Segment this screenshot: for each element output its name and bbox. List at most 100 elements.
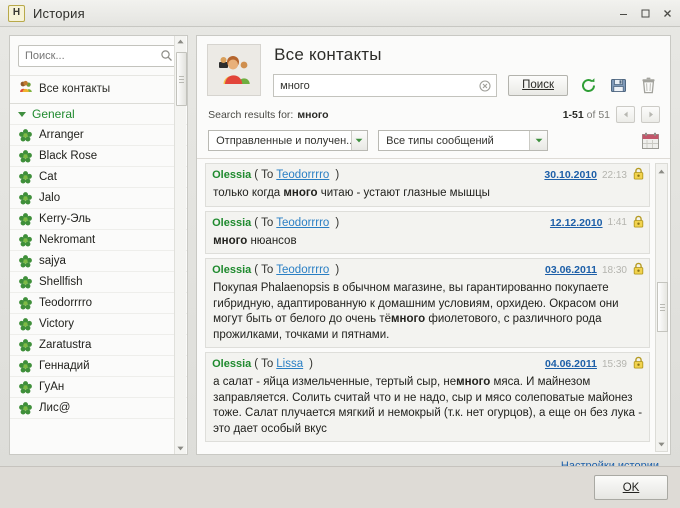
ok-button[interactable]: OK [594, 475, 668, 500]
contact-list-item[interactable]: ГуАн [10, 377, 188, 398]
message-body: Покупая Phalaenopsis в обычном магазине,… [212, 280, 645, 343]
message-recipient[interactable]: Teodorrrro [276, 169, 329, 181]
window-content: Все контакты General Arranger Black Rose C… [0, 26, 680, 508]
page-title: Все контакты [274, 45, 382, 64]
message-date[interactable]: 12.12.2010 [550, 217, 603, 229]
contact-name: Zaratustra [39, 339, 92, 351]
contact-list-item[interactable]: Jalo [10, 188, 188, 209]
message-header: Olessia(To Teodorrrro) 03.06.2011 18:30 [212, 261, 645, 280]
message-type-filter[interactable]: Все типы сообщений [378, 130, 549, 151]
contact-name: Лис@ [39, 402, 71, 414]
message-to-label: To [261, 264, 274, 276]
contact-name: Black Rose [39, 150, 98, 162]
save-icon[interactable] [609, 76, 628, 95]
chevron-down-icon[interactable] [529, 131, 548, 150]
search-row: Поиск [273, 74, 660, 97]
delete-icon[interactable] [639, 76, 658, 95]
contact-avatar-icon [19, 296, 32, 310]
sidebar-scrollbar[interactable] [174, 36, 188, 454]
message-item[interactable]: Olessia(To Teodorrrro) 12.12.2010 1:41 много… [205, 210, 650, 254]
contact-avatar-icon [19, 317, 32, 331]
pager-of: of [586, 108, 596, 121]
sidebar-item-all-contacts[interactable]: Все контакты [10, 75, 188, 104]
contact-list-item[interactable]: Zaratustra [10, 335, 188, 356]
message-search-input[interactable] [274, 75, 497, 96]
message-time: 1:41 [607, 217, 627, 228]
sidebar-group-general[interactable]: General [10, 104, 188, 125]
message-item[interactable]: Olessia(To Teodorrrro) 30.10.2010 22:13 толь… [205, 163, 650, 207]
search-button-label: Поиск [522, 79, 554, 91]
search-button[interactable]: Поиск [508, 75, 568, 96]
contact-list-item[interactable]: Arranger [10, 125, 188, 146]
contact-name: Shellfish [39, 276, 83, 288]
contact-list[interactable]: Arranger Black Rose Cat Jalo Kerry-Эль Nekrom… [10, 125, 188, 454]
chevron-down-icon[interactable] [350, 131, 368, 150]
contact-list-item[interactable]: Victory [10, 314, 188, 335]
contact-name: sajya [39, 255, 66, 267]
message-recipient[interactable]: Teodorrrro [276, 264, 329, 276]
scroll-down-icon[interactable] [656, 438, 667, 450]
message-item[interactable]: Olessia(To Lissa) 04.06.2011 15:39 а салат -… [205, 352, 650, 442]
window-controls [617, 0, 674, 26]
message-text: нюансов [247, 234, 297, 247]
message-recipient[interactable]: Teodorrrro [276, 217, 329, 229]
messages-scroll-thumb[interactable] [657, 282, 668, 332]
contact-list-item[interactable]: sajya [10, 251, 188, 272]
message-paren-close: ) [335, 216, 340, 229]
avatar [207, 44, 262, 96]
window-title: История [33, 5, 85, 21]
sidebar-scroll-thumb[interactable] [176, 52, 188, 106]
message-type-filter-value: Все типы сообщений [386, 134, 494, 147]
contact-list-item[interactable]: Kerry-Эль [10, 209, 188, 230]
results-query: много [297, 108, 329, 121]
message-date[interactable]: 30.10.2010 [544, 169, 597, 181]
message-date[interactable]: 04.06.2011 [545, 358, 597, 370]
message-text: а салат - яйца измельченные, тертый сыр,… [213, 376, 457, 388]
contact-list-item[interactable]: Shellfish [10, 272, 188, 293]
message-search[interactable] [273, 74, 498, 97]
contact-list-item[interactable]: Teodorrrro [10, 293, 188, 314]
filter-row: Отправленные и получен... Все типы сообщ… [197, 123, 670, 159]
contact-name: Teodorrrro [39, 297, 93, 309]
contact-list-item[interactable]: Nekromant [10, 230, 188, 251]
contact-list-item[interactable]: Лис@ [10, 398, 188, 419]
close-icon[interactable] [661, 7, 674, 20]
contact-avatar-icon [19, 128, 32, 142]
pager-prev-button[interactable] [616, 106, 635, 123]
contact-name: Jalo [39, 192, 61, 204]
message-highlight: много [213, 234, 248, 247]
scroll-up-icon[interactable] [175, 36, 186, 47]
message-recipient[interactable]: Lissa [276, 358, 303, 370]
scroll-up-icon[interactable] [656, 165, 667, 177]
lock-icon [632, 262, 645, 278]
message-paren-open: ( [254, 169, 259, 181]
sidebar-search-input[interactable] [19, 46, 179, 66]
contacts-sidebar: Все контакты General Arranger Black Rose C… [9, 35, 189, 455]
message-header: Olessia(To Lissa) 04.06.2011 15:39 [212, 355, 645, 374]
clear-icon[interactable] [479, 79, 491, 92]
main-pane: Все контакты много Поиск Search results … [196, 35, 671, 455]
contact-avatar-icon [19, 233, 32, 247]
pager-next-button[interactable] [641, 106, 660, 123]
contact-avatar-icon [19, 359, 32, 373]
minimize-icon[interactable] [617, 7, 630, 20]
contact-avatar-icon [19, 338, 32, 352]
calendar-icon[interactable] [640, 131, 660, 151]
refresh-icon[interactable] [579, 76, 598, 95]
direction-filter[interactable]: Отправленные и получен... [208, 130, 369, 151]
message-meta: 03.06.2011 18:30 [545, 262, 645, 278]
contact-list-item[interactable]: Black Rose [10, 146, 188, 167]
results-prefix: Search results for: [208, 108, 294, 121]
maximize-icon[interactable] [639, 7, 652, 20]
sidebar-search[interactable] [18, 45, 180, 67]
contact-list-item[interactable]: Cat [10, 167, 188, 188]
message-to-label: To [261, 169, 274, 181]
contact-list-item[interactable]: Геннадий [10, 356, 188, 377]
contact-avatar-icon [19, 401, 32, 415]
message-sender: Olessia [212, 264, 252, 276]
message-item[interactable]: Olessia(To Teodorrrro) 03.06.2011 18:30 Поку… [205, 258, 650, 348]
scroll-down-icon[interactable] [175, 443, 186, 454]
messages-scrollbar[interactable] [655, 163, 668, 452]
message-paren-open: ( [254, 216, 259, 229]
message-date[interactable]: 03.06.2011 [545, 264, 597, 276]
